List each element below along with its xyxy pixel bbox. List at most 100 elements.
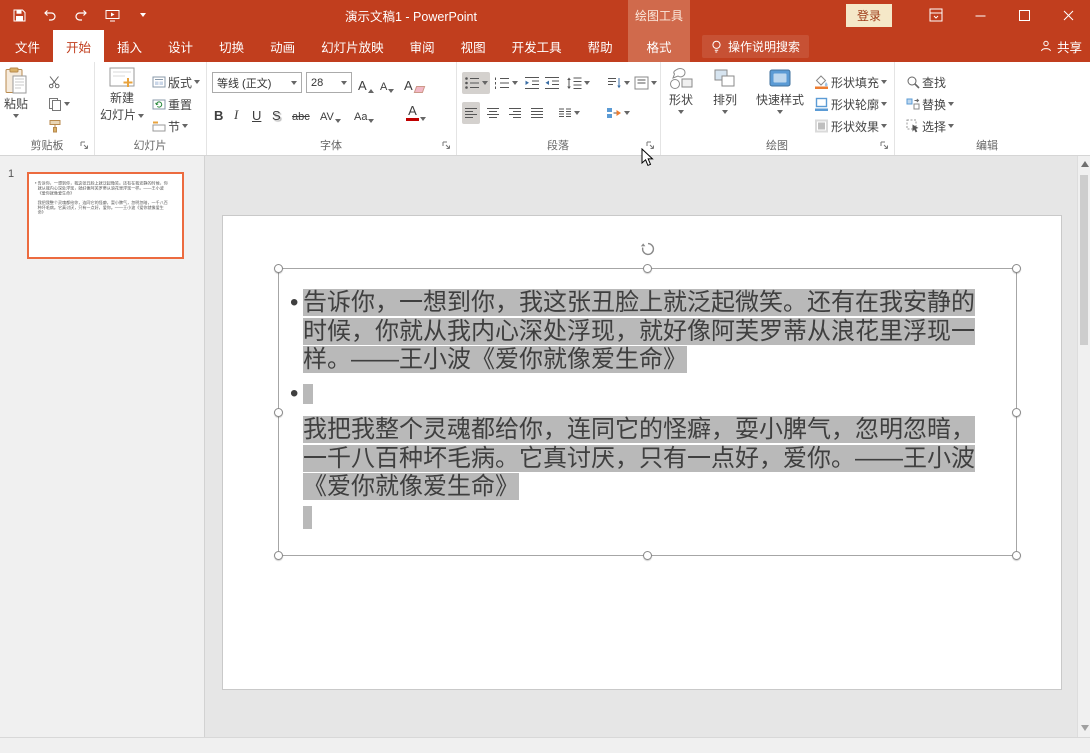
selection-handle-top-middle[interactable]	[643, 264, 652, 273]
tab-home[interactable]: 开始	[53, 30, 104, 62]
align-right-icon	[508, 107, 522, 119]
bold-button[interactable]: B	[212, 102, 225, 123]
tab-file[interactable]: 文件	[2, 30, 53, 62]
bullets-button[interactable]	[462, 72, 490, 94]
cut-button[interactable]	[46, 71, 64, 93]
format-painter-button[interactable]	[46, 115, 64, 137]
find-button[interactable]: 查找	[904, 71, 948, 93]
text-direction-button[interactable]	[604, 72, 632, 94]
tab-review[interactable]: 审阅	[397, 30, 448, 62]
font-color-swatch	[406, 118, 419, 121]
customize-qat-dropdown-icon[interactable]	[134, 4, 152, 26]
increase-indent-button[interactable]	[542, 72, 562, 94]
align-left-button[interactable]	[462, 102, 480, 124]
tab-slideshow[interactable]: 幻灯片放映	[308, 30, 397, 62]
shape-effects-button[interactable]: 形状效果	[812, 115, 889, 137]
justify-button[interactable]	[528, 102, 546, 124]
align-text-button[interactable]	[632, 72, 659, 94]
grow-font-button[interactable]: A	[356, 72, 376, 93]
shape-outline-icon	[814, 97, 829, 111]
convert-to-smartart-button[interactable]	[604, 102, 632, 124]
underline-button[interactable]: U	[250, 102, 263, 123]
selection-handle-top-left[interactable]	[274, 264, 283, 273]
font-color-button[interactable]: A	[404, 100, 428, 121]
search-icon	[906, 75, 920, 89]
tab-design[interactable]: 设计	[155, 30, 206, 62]
rotation-handle-icon[interactable]	[640, 241, 656, 257]
vertical-scrollbar[interactable]	[1077, 155, 1090, 737]
select-button[interactable]: 选择	[904, 115, 956, 137]
strikethrough-button[interactable]: abc	[290, 102, 312, 123]
selection-handle-middle-right[interactable]	[1012, 408, 1021, 417]
scroll-up-arrow-icon[interactable]	[1081, 161, 1089, 167]
tell-me-search[interactable]: 操作说明搜索	[702, 35, 809, 58]
text-shadow-button[interactable]: S	[270, 102, 283, 123]
change-case-button[interactable]: Aa	[352, 102, 376, 123]
selection-handle-middle-left[interactable]	[274, 408, 283, 417]
ribbon-display-options-icon[interactable]	[914, 0, 958, 30]
lightbulb-icon	[711, 40, 722, 54]
drawing-dialog-launcher-icon[interactable]	[879, 140, 890, 151]
selection-handle-bottom-left[interactable]	[274, 551, 283, 560]
tab-developer[interactable]: 开发工具	[499, 30, 575, 62]
tab-format-contextual[interactable]: 格式	[628, 30, 690, 62]
undo-icon[interactable]	[41, 4, 59, 26]
font-name-combobox[interactable]: 等线 (正文)	[212, 72, 302, 93]
shapes-button[interactable]: 形状	[668, 67, 694, 114]
start-slideshow-icon[interactable]	[103, 4, 121, 26]
columns-button[interactable]	[556, 102, 582, 124]
maximize-button[interactable]	[1002, 0, 1046, 30]
group-drawing: 形状 排列 快速样式 形状填充	[660, 62, 895, 155]
character-spacing-button[interactable]: AV	[318, 102, 343, 123]
decrease-indent-button[interactable]	[522, 72, 542, 94]
editing-group-label: 编辑	[894, 137, 1080, 153]
new-slide-button[interactable]: 新建 幻灯片	[100, 67, 144, 123]
sign-in-button[interactable]: 登录	[846, 4, 892, 27]
numbering-button[interactable]	[492, 72, 520, 94]
slides-group-label: 幻灯片	[94, 137, 206, 153]
close-button[interactable]	[1046, 0, 1090, 30]
group-paragraph: 段落	[456, 62, 661, 155]
shape-outline-button[interactable]: 形状轮廓	[812, 93, 889, 115]
tab-help[interactable]: 帮助	[575, 30, 626, 62]
clear-formatting-button[interactable]: A	[402, 72, 426, 93]
group-editing: 查找 替换 选择 编辑	[894, 62, 1080, 155]
selected-paragraph-mark	[303, 506, 312, 529]
font-dialog-launcher-icon[interactable]	[441, 140, 452, 151]
redo-icon[interactable]	[72, 4, 90, 26]
minimize-button[interactable]	[958, 0, 1002, 30]
format-painter-icon	[48, 119, 62, 133]
section-button[interactable]: 节	[150, 115, 190, 137]
share-button[interactable]: 共享	[1040, 30, 1082, 62]
selected-text-box[interactable]: • 告诉你，一想到你，我这张丑脸上就泛起微笑。还有在我安静的时候，你就从我内心深…	[278, 268, 1017, 556]
scrollbar-thumb[interactable]	[1080, 175, 1088, 345]
eraser-icon	[413, 86, 425, 93]
arrange-button[interactable]: 排列	[712, 67, 738, 114]
scissors-icon	[48, 75, 62, 89]
italic-button[interactable]: I	[232, 102, 240, 123]
scroll-down-arrow-icon[interactable]	[1081, 725, 1089, 731]
copy-button[interactable]	[46, 93, 72, 115]
save-icon[interactable]	[10, 4, 28, 26]
tab-insert[interactable]: 插入	[104, 30, 155, 62]
font-size-combobox[interactable]: 28	[306, 72, 352, 93]
selection-handle-top-right[interactable]	[1012, 264, 1021, 273]
layout-button[interactable]: 版式	[150, 71, 202, 93]
align-center-button[interactable]	[484, 102, 502, 124]
replace-button[interactable]: 替换	[904, 93, 956, 115]
quick-styles-button[interactable]: 快速样式	[756, 67, 804, 114]
paste-button[interactable]: 粘贴	[4, 67, 28, 118]
align-right-button[interactable]	[506, 102, 524, 124]
tab-animations[interactable]: 动画	[257, 30, 308, 62]
line-spacing-button[interactable]	[564, 72, 592, 94]
selection-handle-bottom-right[interactable]	[1012, 551, 1021, 560]
shrink-font-button[interactable]: A	[378, 72, 396, 93]
clipboard-dialog-launcher-icon[interactable]	[79, 140, 90, 151]
tab-view[interactable]: 视图	[448, 30, 499, 62]
tab-transitions[interactable]: 切换	[206, 30, 257, 62]
text-box-content[interactable]: • 告诉你，一想到你，我这张丑脸上就泛起微笑。还有在我安静的时候，你就从我内心深…	[290, 289, 992, 531]
slide-thumbnail[interactable]: •告诉你，一想到你，我这张丑脸上就泛起微笑。还有在我安静的时候，你就从我内心深处…	[27, 172, 184, 259]
shape-fill-button[interactable]: 形状填充	[812, 71, 889, 93]
selection-handle-bottom-middle[interactable]	[643, 551, 652, 560]
reset-button[interactable]: 重置	[150, 93, 194, 115]
